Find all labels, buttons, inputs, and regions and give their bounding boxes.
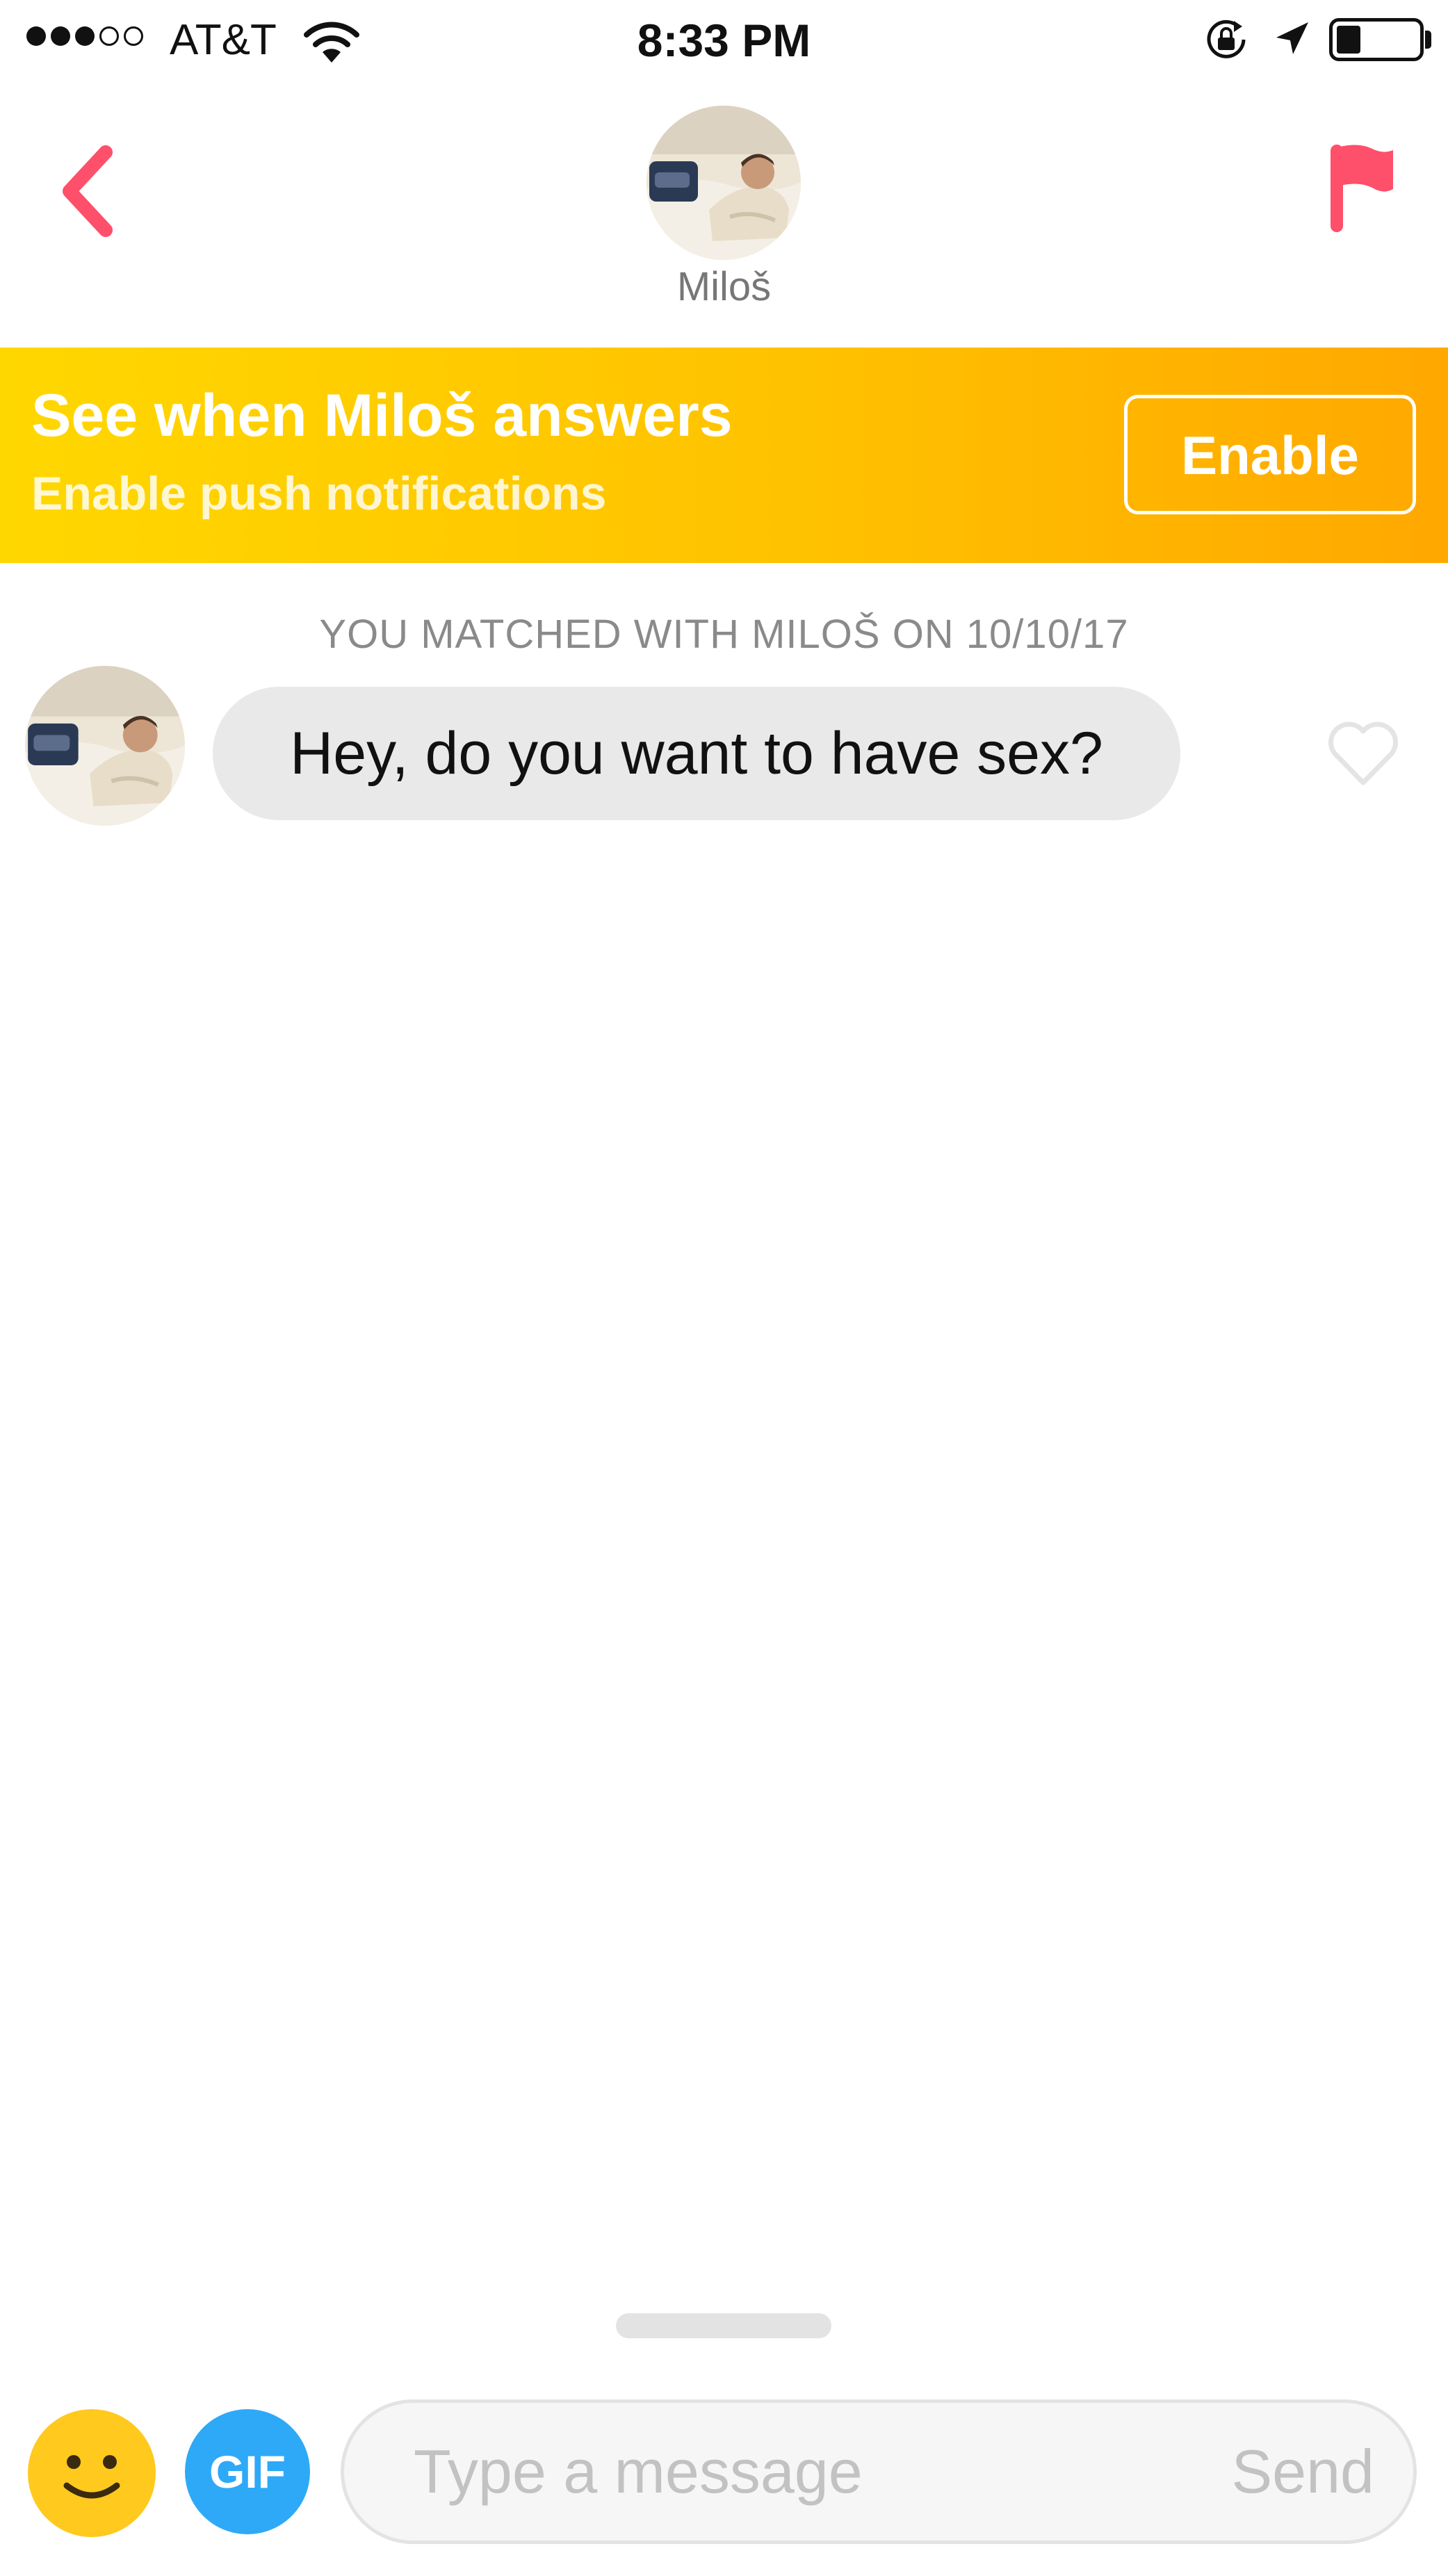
location-arrow-icon [1276, 22, 1308, 54]
banner-title: See when Miloš answers [31, 382, 733, 449]
gif-button[interactable]: GIF [185, 2409, 310, 2534]
status-bar: AT&T 8:33 PM [0, 0, 1448, 82]
keyboard-drag-handle[interactable] [616, 2313, 831, 2338]
chevron-left-icon[interactable] [57, 142, 120, 240]
smiley-icon [63, 2455, 120, 2499]
send-button[interactable]: Send [1231, 2403, 1374, 2541]
battery-icon [1329, 18, 1424, 61]
match-avatar[interactable] [646, 106, 801, 260]
message-bubble[interactable]: Hey, do you want to have sex? [213, 687, 1180, 820]
flag-icon[interactable] [1324, 139, 1400, 236]
enable-notifications-button[interactable]: Enable [1124, 395, 1416, 514]
banner-subtitle: Enable push notifications [31, 467, 607, 520]
battery-tip [1425, 31, 1431, 49]
rotation-lock-icon [1207, 19, 1246, 58]
match-date-notice: YOU MATCHED WITH MILOŠ ON 10/10/17 [319, 612, 1129, 657]
message-composer: Send [341, 2399, 1417, 2544]
emoji-button[interactable] [28, 2409, 156, 2537]
message-sender-avatar[interactable] [25, 666, 185, 826]
heart-icon[interactable] [1325, 719, 1401, 788]
profile-photo [25, 666, 185, 826]
match-name: Miloš [676, 264, 772, 309]
message-input[interactable] [414, 2403, 1109, 2541]
profile-photo [646, 106, 801, 260]
